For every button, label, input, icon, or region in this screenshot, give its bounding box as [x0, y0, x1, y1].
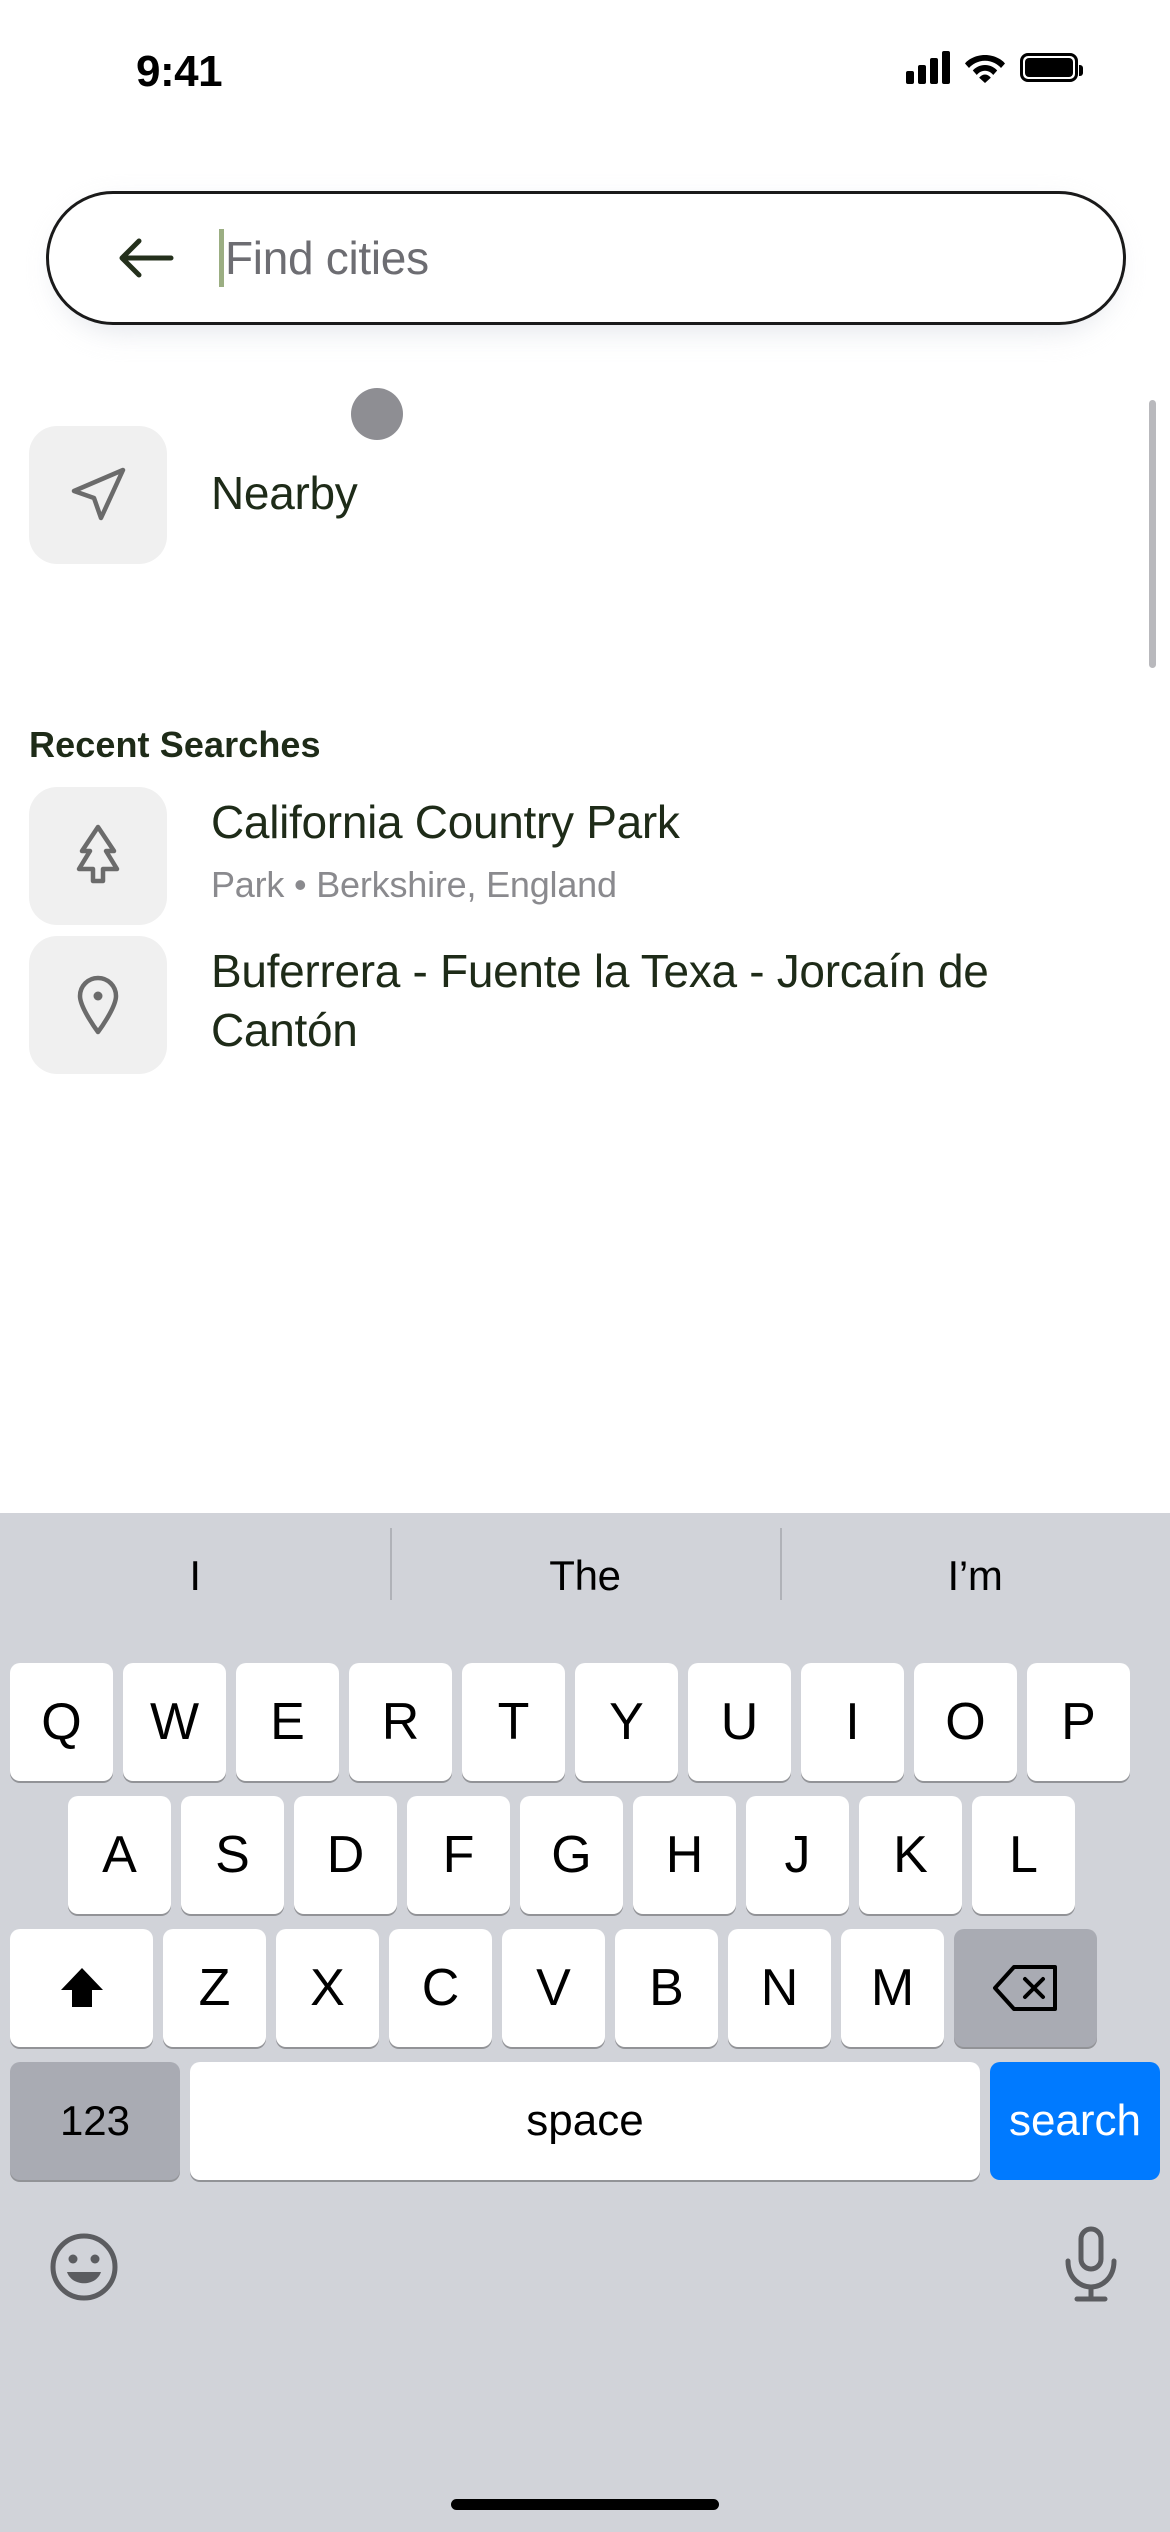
key-w[interactable]: W	[123, 1663, 226, 1781]
key-o[interactable]: O	[914, 1663, 1017, 1781]
suggestion-item[interactable]: The	[390, 1527, 780, 1600]
key-a[interactable]: A	[68, 1796, 171, 1914]
key-c[interactable]: C	[389, 1929, 492, 2047]
keyboard-row-2: A S D F G H J K L	[0, 1796, 1170, 1914]
place-icon-tile	[29, 936, 167, 1074]
backspace-icon	[992, 1965, 1057, 2011]
touch-indicator-dot	[351, 388, 403, 440]
keyboard-row-3: Z X C V B N M	[0, 1929, 1170, 2047]
key-q[interactable]: Q	[10, 1663, 113, 1781]
key-d[interactable]: D	[294, 1796, 397, 1914]
shift-arrow-icon	[60, 1968, 103, 2007]
space-key[interactable]: space	[190, 2062, 980, 2180]
key-m[interactable]: M	[841, 1929, 944, 2047]
search-return-label: search	[1008, 2096, 1142, 2145]
key-y[interactable]: Y	[575, 1663, 678, 1781]
key-i[interactable]: I	[801, 1663, 904, 1781]
key-t[interactable]: T	[462, 1663, 565, 1781]
home-indicator	[451, 2499, 719, 2510]
status-time: 9:41	[136, 47, 223, 96]
microphone-icon[interactable]	[1060, 2225, 1122, 2307]
map-pin-icon	[77, 975, 119, 1035]
battery-icon	[1020, 52, 1083, 82]
list-item-title: Buferrera - Fuente la Texa - Jorcaín de …	[211, 945, 989, 1056]
cellular-signal-icon	[906, 50, 950, 84]
shift-key[interactable]	[10, 1929, 153, 2047]
key-j[interactable]: J	[746, 1796, 849, 1914]
keyboard-row-1: Q W E R T Y U I O P	[0, 1663, 1170, 1781]
key-h[interactable]: H	[633, 1796, 736, 1914]
key-x[interactable]: X	[276, 1929, 379, 2047]
list-item-subtitle: Park • Berkshire, England	[211, 863, 617, 905]
numbers-key[interactable]: 123	[10, 2062, 180, 2180]
park-icon-tile	[29, 787, 167, 925]
wifi-icon	[965, 55, 1005, 83]
key-z[interactable]: Z	[163, 1929, 266, 2047]
key-v[interactable]: V	[502, 1929, 605, 2047]
emoji-smiley-icon[interactable]	[48, 2231, 120, 2303]
list-item-text: Buferrera - Fuente la Texa - Jorcaín de …	[211, 936, 1091, 1060]
list-item[interactable]: Buferrera - Fuente la Texa - Jorcaín de …	[29, 936, 1091, 1074]
key-p[interactable]: P	[1027, 1663, 1130, 1781]
search-return-key[interactable]: search	[990, 2062, 1160, 2180]
nearby-text: Nearby	[211, 426, 358, 523]
text-cursor	[219, 229, 224, 287]
list-item-text: California Country Park Park • Berkshire…	[211, 787, 680, 906]
search-input[interactable]: Find cities	[225, 231, 429, 285]
search-bar-container: Find cities	[46, 191, 1126, 332]
nearby-row[interactable]: Nearby	[29, 426, 358, 564]
key-e[interactable]: E	[236, 1663, 339, 1781]
backspace-key[interactable]	[954, 1929, 1097, 2047]
search-field[interactable]: Find cities	[46, 191, 1126, 325]
key-r[interactable]: R	[349, 1663, 452, 1781]
status-bar: 9:41	[0, 0, 1170, 100]
key-n[interactable]: N	[728, 1929, 831, 2047]
recent-searches-heading: Recent Searches	[29, 724, 321, 765]
nearby-icon-tile	[29, 426, 167, 564]
key-u[interactable]: U	[688, 1663, 791, 1781]
list-item[interactable]: California Country Park Park • Berkshire…	[29, 787, 680, 925]
tree-icon	[76, 824, 120, 884]
status-icons	[906, 50, 1083, 84]
navigation-arrow-icon	[71, 467, 126, 521]
phone-screen: 9:41 Find cities Nearby Recent Searches …	[0, 0, 1170, 2532]
key-s[interactable]: S	[181, 1796, 284, 1914]
suggestion-item[interactable]: I	[0, 1552, 390, 1600]
key-f[interactable]: F	[407, 1796, 510, 1914]
on-screen-keyboard: I The I’m Q W E R T Y U I O P A S D F G …	[0, 1513, 1170, 2532]
key-g[interactable]: G	[520, 1796, 623, 1914]
list-item-title: California Country Park	[211, 796, 680, 848]
back-arrow-icon[interactable]	[117, 235, 175, 281]
key-k[interactable]: K	[859, 1796, 962, 1914]
key-b[interactable]: B	[615, 1929, 718, 2047]
keyboard-row-4: 123 space search	[0, 2062, 1170, 2180]
scrollbar[interactable]	[1149, 400, 1156, 668]
suggestion-bar: I The I’m	[0, 1513, 1170, 1638]
nearby-label: Nearby	[211, 467, 358, 519]
suggestion-item[interactable]: I’m	[780, 1527, 1170, 1600]
key-l[interactable]: L	[972, 1796, 1075, 1914]
